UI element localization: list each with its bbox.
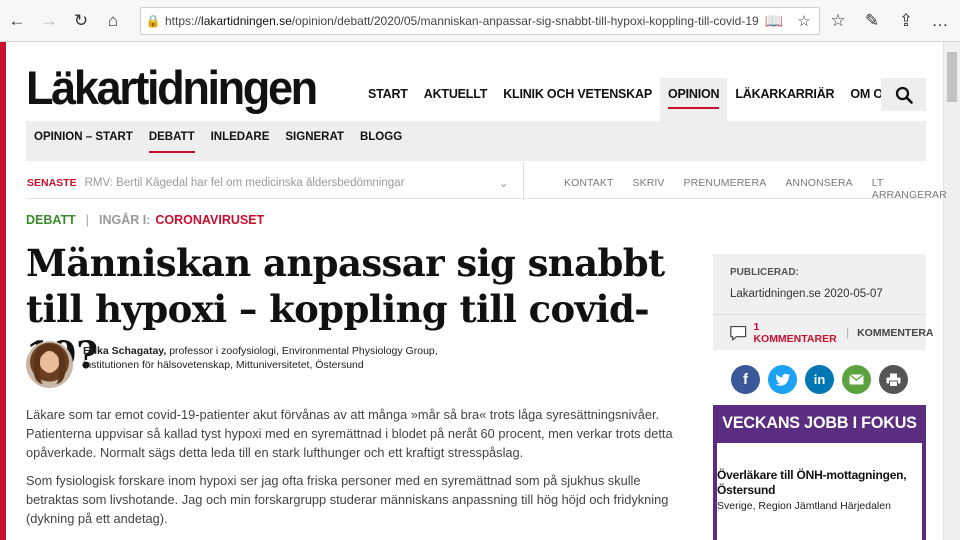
published-label: PUBLICERAD:: [730, 267, 799, 278]
subnav-item-signerat[interactable]: SIGNERAT: [277, 121, 352, 161]
divider: [713, 314, 926, 315]
author-affiliation: institutionen för hälsovetenskap, Mittun…: [83, 359, 364, 371]
nav-item-lakarkarriar[interactable]: LÄKARKARRIÄR: [727, 78, 842, 121]
lock-icon: 🔒: [145, 14, 161, 28]
share-icon[interactable]: ⇪: [890, 6, 922, 36]
reading-view-icon[interactable]: 📖: [759, 12, 789, 30]
back-arrow-icon[interactable]: ←: [2, 6, 32, 36]
theme-link[interactable]: CORONAVIRUSET: [155, 213, 264, 227]
job-focus-title: VECKANS JOBB I FOKUS: [722, 412, 917, 432]
job-focus-box: VECKANS JOBB I FOKUS Överläkare till ÖNH…: [713, 405, 926, 540]
favorite-star-icon[interactable]: ☆: [789, 12, 819, 30]
site-logo[interactable]: Läkartidningen: [26, 60, 318, 115]
email-icon[interactable]: [842, 365, 871, 394]
nav-item-opinion[interactable]: OPINION: [659, 78, 728, 121]
search-icon: [895, 86, 913, 104]
job-location: Sverige, Region Jämtland Härjedalen: [717, 500, 891, 512]
nav-item-aktuellt[interactable]: AKTUELLT: [416, 78, 495, 121]
address-bar[interactable]: 🔒 https://lakartidningen.se/opinion/deba…: [140, 7, 820, 35]
latest-tag: SENASTE: [27, 177, 77, 189]
twitter-icon[interactable]: [768, 365, 797, 394]
more-icon[interactable]: …: [924, 6, 956, 36]
paragraph: Som fysiologisk forskare inom hypoxi ser…: [26, 473, 669, 526]
latest-headline[interactable]: RMV: Bertil Kågedal har fel om medicinsk…: [85, 177, 495, 189]
author-desc: professor i zoofysiologi, Environmental …: [166, 345, 438, 357]
separator: |: [846, 327, 850, 339]
divider: [26, 198, 926, 199]
subnav-item-opinion-start[interactable]: OPINION – START: [26, 121, 141, 161]
chevron-down-icon[interactable]: ⌄: [499, 176, 509, 190]
author-avatar: [26, 341, 73, 388]
scrollbar-thumb[interactable]: [947, 52, 957, 102]
vertical-scrollbar[interactable]: [943, 42, 960, 540]
nav-item-klinik[interactable]: KLINIK OCH VETENSKAP: [495, 78, 660, 121]
share-buttons: f in: [731, 365, 916, 394]
main-nav: START AKTUELLT KLINIK OCH VETENSKAP OPIN…: [360, 78, 907, 121]
sub-nav: OPINION – START DEBATT INLEDARE SIGNERAT…: [26, 121, 926, 161]
article-body: Läkare som tar emot covid-19-patienter a…: [26, 405, 676, 537]
home-icon[interactable]: ⌂: [98, 6, 128, 36]
subnav-item-debatt[interactable]: DEBATT: [141, 121, 203, 161]
facebook-icon[interactable]: f: [731, 365, 760, 394]
refresh-icon[interactable]: ↻: [66, 6, 96, 36]
job-card[interactable]: Överläkare till ÖNH-mottagningen, Östers…: [717, 443, 922, 540]
pen-icon[interactable]: ✎: [856, 6, 888, 36]
nav-item-start[interactable]: START: [360, 78, 416, 121]
url-text[interactable]: https://lakartidningen.se/opinion/debatt…: [165, 14, 759, 28]
article-kicker: DEBATT | INGÅR I: CORONAVIRUSET: [26, 213, 264, 227]
print-icon[interactable]: [879, 365, 908, 394]
part-of-label: INGÅR I:: [99, 213, 151, 227]
paragraph: Läkare som tar emot covid-19-patienter a…: [26, 407, 673, 460]
author-name: Erika Schagatay,: [83, 345, 167, 357]
linkedin-icon[interactable]: in: [805, 365, 834, 394]
published-value: Lakartidningen.se 2020-05-07: [730, 288, 883, 300]
browser-toolbar: ← → ↻ ⌂ 🔒 https://lakartidningen.se/opin…: [0, 0, 960, 42]
job-title-link[interactable]: Överläkare till ÖNH-mottagningen, Östers…: [717, 468, 917, 498]
favorites-icon[interactable]: ☆: [822, 6, 854, 36]
write-comment-link[interactable]: KOMMENTERA: [857, 327, 933, 339]
subnav-item-inledare[interactable]: INLEDARE: [203, 121, 278, 161]
category-link[interactable]: DEBATT: [26, 213, 76, 227]
forward-arrow-icon[interactable]: →: [34, 6, 64, 36]
publication-box: PUBLICERAD: Lakartidningen.se 2020-05-07…: [713, 254, 934, 350]
kicker-separator: |: [85, 213, 90, 227]
subnav-item-blogg[interactable]: BLOGG: [352, 121, 410, 161]
latest-news-bar: SENASTE RMV: Bertil Kågedal har fel om m…: [26, 162, 947, 201]
left-accent-bar: [0, 42, 6, 540]
divider: [523, 162, 524, 200]
search-button[interactable]: [881, 78, 926, 111]
comments-row: 1 KOMMENTARER | KOMMENTERA: [729, 321, 934, 345]
comments-count-link[interactable]: 1 KOMMENTARER: [753, 321, 838, 345]
comment-bubble-icon: [730, 325, 747, 341]
